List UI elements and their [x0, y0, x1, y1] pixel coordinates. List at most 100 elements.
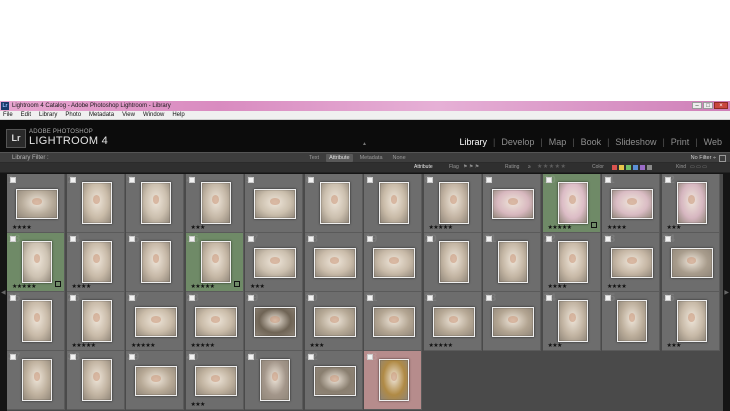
- photo-thumbnail[interactable]: [254, 248, 296, 278]
- menu-file[interactable]: File: [3, 111, 13, 119]
- pick-flag-icon[interactable]: [367, 354, 373, 360]
- pick-flag-icon[interactable]: [426, 177, 433, 183]
- minimize-button[interactable]: –: [692, 102, 702, 109]
- flag-filter-icons[interactable]: ⚑ ⚑ ⚑: [463, 163, 479, 172]
- filter-tab-attribute[interactable]: Attribute: [326, 154, 353, 162]
- thumbnail-cell[interactable]: 10★★★★★: [542, 174, 601, 233]
- photo-thumbnail[interactable]: [492, 307, 534, 337]
- star-rating[interactable]: ★★★: [667, 342, 682, 349]
- photo-thumbnail[interactable]: [81, 182, 112, 224]
- thumbnail-cell[interactable]: 40★★★: [185, 351, 244, 410]
- pick-flag-icon[interactable]: [367, 236, 373, 242]
- thumbnail-cell[interactable]: 23★★★★: [602, 233, 660, 292]
- photo-thumbnail[interactable]: [254, 307, 296, 337]
- photo-thumbnail[interactable]: [135, 366, 177, 396]
- thumbnail-cell[interactable]: 41: [245, 351, 303, 410]
- thumbnail-cell[interactable]: 18: [304, 233, 363, 292]
- color-label-swatch-green[interactable]: [626, 165, 631, 170]
- photo-thumbnail[interactable]: [200, 182, 231, 224]
- photo-thumbnail[interactable]: [676, 300, 707, 342]
- color-label-swatch-blue[interactable]: [633, 165, 638, 170]
- photo-thumbnail[interactable]: [141, 241, 171, 283]
- photo-thumbnail[interactable]: [194, 307, 237, 337]
- photo-thumbnail[interactable]: [557, 241, 588, 283]
- collapse-top-panel-icon[interactable]: ▲: [362, 141, 367, 147]
- pick-flag-icon[interactable]: [69, 177, 76, 183]
- photo-thumbnail[interactable]: [313, 366, 356, 396]
- photo-thumbnail[interactable]: [141, 182, 171, 224]
- color-label-swatch-yellow[interactable]: [619, 165, 624, 170]
- photo-thumbnail[interactable]: [22, 359, 52, 401]
- pick-flag-icon[interactable]: [248, 295, 254, 301]
- photo-thumbnail[interactable]: [379, 182, 409, 224]
- thumbnail-cell[interactable]: 8★★★★★: [423, 174, 482, 233]
- pick-flag-icon[interactable]: [188, 236, 195, 242]
- photo-thumbnail[interactable]: [492, 189, 534, 219]
- color-label-swatch-purple[interactable]: [640, 165, 645, 170]
- pick-flag-icon[interactable]: [545, 236, 552, 242]
- menu-metadata[interactable]: Metadata: [89, 111, 114, 119]
- thumbnail-cell[interactable]: 15: [126, 233, 184, 292]
- pick-flag-icon[interactable]: [664, 236, 671, 242]
- photo-thumbnail[interactable]: [81, 300, 112, 342]
- thumbnail-cell[interactable]: 42: [304, 351, 363, 410]
- star-rating[interactable]: ★★★★: [72, 283, 92, 290]
- pick-flag-icon[interactable]: [248, 354, 254, 360]
- module-slideshow[interactable]: Slideshow: [615, 137, 656, 147]
- star-rating[interactable]: ★★★★★: [429, 342, 454, 349]
- star-rating[interactable]: ★★★★: [548, 283, 568, 290]
- pick-flag-icon[interactable]: [486, 236, 492, 242]
- thumbnail-cell[interactable]: 11★★★★: [602, 174, 660, 233]
- pick-flag-icon[interactable]: [248, 236, 254, 242]
- pick-flag-icon[interactable]: [307, 236, 314, 242]
- thumbnail-cell[interactable]: 17★★★: [245, 233, 303, 292]
- thumbnail-cell[interactable]: 39: [126, 351, 184, 410]
- thumbnail-cell[interactable]: 43: [364, 351, 422, 410]
- star-rating[interactable]: ★★★★★: [131, 342, 156, 349]
- thumbnail-cell[interactable]: 5: [245, 174, 303, 233]
- photo-thumbnail[interactable]: [432, 307, 475, 337]
- color-label-swatch-none[interactable]: [647, 165, 652, 170]
- pick-flag-icon[interactable]: [248, 177, 254, 183]
- star-rating[interactable]: ★★★: [250, 283, 265, 290]
- pick-flag-icon[interactable]: [307, 177, 314, 183]
- pick-flag-icon[interactable]: [10, 177, 16, 183]
- pick-flag-icon[interactable]: [664, 295, 671, 301]
- photo-thumbnail[interactable]: [81, 359, 112, 401]
- thumbnail-cell[interactable]: 34★★★: [542, 292, 601, 351]
- thumbnail-cell[interactable]: 1★★★★: [7, 174, 65, 233]
- photo-thumbnail[interactable]: [557, 182, 588, 224]
- pick-flag-icon[interactable]: [129, 295, 135, 301]
- pick-flag-icon[interactable]: [129, 236, 135, 242]
- photo-thumbnail[interactable]: [611, 248, 653, 278]
- star-rating[interactable]: ★★★★★: [72, 342, 97, 349]
- photo-thumbnail[interactable]: [498, 241, 528, 283]
- module-map[interactable]: Map: [549, 137, 567, 147]
- maximize-button[interactable]: □: [703, 102, 713, 109]
- photo-thumbnail[interactable]: [260, 359, 290, 401]
- pick-flag-icon[interactable]: [426, 236, 433, 242]
- thumbnail-cell[interactable]: 35: [602, 292, 660, 351]
- filter-tab-none[interactable]: None: [390, 154, 409, 162]
- thumbnail-cell[interactable]: 6: [304, 174, 363, 233]
- module-print[interactable]: Print: [671, 137, 690, 147]
- thumbnail-cell[interactable]: 20: [423, 233, 482, 292]
- photo-thumbnail[interactable]: [135, 307, 177, 337]
- pick-flag-icon[interactable]: [307, 354, 314, 360]
- menu-view[interactable]: View: [122, 111, 135, 119]
- rating-filter-stars[interactable]: ★★★★★: [537, 163, 566, 172]
- thumbnail-cell[interactable]: 33: [483, 292, 541, 351]
- star-rating[interactable]: ★★★★: [607, 224, 627, 231]
- photo-thumbnail[interactable]: [16, 189, 58, 219]
- star-rating[interactable]: ★★★★★: [191, 342, 216, 349]
- menu-edit[interactable]: Edit: [21, 111, 31, 119]
- pick-flag-icon[interactable]: [664, 177, 671, 183]
- thumbnail-cell[interactable]: 28★★★★★: [185, 292, 244, 351]
- rating-operator-icon[interactable]: ≥: [528, 163, 531, 172]
- menu-library[interactable]: Library: [39, 111, 57, 119]
- thumbnail-cell[interactable]: 30★★★: [304, 292, 363, 351]
- thumbnail-cell[interactable]: 16★★★★★: [185, 233, 244, 292]
- star-rating[interactable]: ★★★: [310, 342, 325, 349]
- thumbnail-cell[interactable]: 25: [7, 292, 65, 351]
- lock-icon[interactable]: [719, 155, 726, 162]
